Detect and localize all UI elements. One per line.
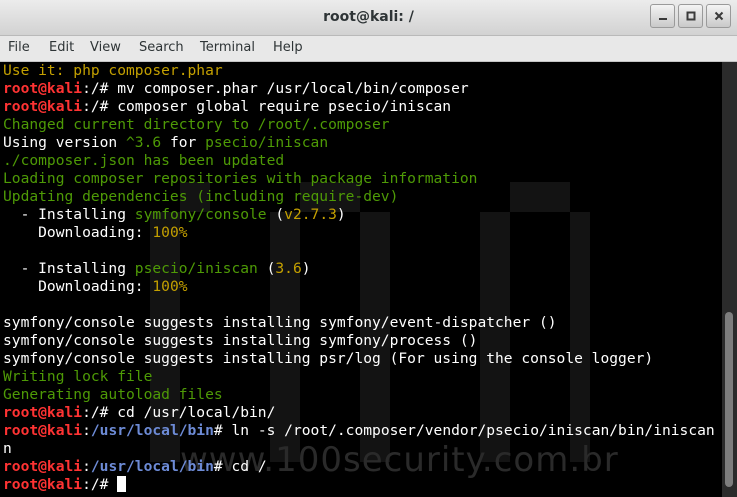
terminal-line: - Installing psecio/iniscan (3.6) [3, 260, 715, 278]
terminal-text: ) [301, 260, 311, 277]
maximize-button[interactable] [678, 4, 703, 28]
scrollbar-thumb[interactable] [725, 312, 733, 487]
terminal-text: for [161, 134, 206, 151]
terminal-text: symfony/console suggests installing symf… [3, 332, 478, 349]
terminal-line: Downloading: 100% [3, 278, 715, 296]
menu-search[interactable]: Search [139, 40, 184, 55]
terminal-line: symfony/console suggests installing symf… [3, 314, 715, 332]
terminal-text: symfony/console [134, 206, 267, 223]
menu-terminal[interactable]: Terminal [200, 40, 255, 55]
terminal-lines: Use it: php composer.phar root@kali:/# mv… [3, 62, 715, 494]
terminal-text: psecio/iniscan [134, 260, 258, 277]
terminal-text: :/# [82, 476, 118, 493]
terminal-line: Use it: php composer.phar [3, 62, 715, 80]
terminal-line: Writing lock file [3, 368, 715, 386]
terminal-text: Downloading: [3, 224, 153, 241]
terminal-text: Updating dependencies (including require… [3, 188, 399, 205]
prompt-user-host: root@kali [3, 458, 83, 475]
window-controls [650, 4, 731, 28]
terminal-text: Generating autoload files [3, 386, 223, 403]
terminal-text: n [3, 440, 12, 457]
terminal-text: ./composer.json has been updated [3, 152, 285, 169]
terminal-text: :/# mv composer.phar /usr/local/bin/comp… [82, 80, 469, 97]
terminal-text: v2.7.3 [284, 206, 337, 223]
prompt-user-host: root@kali [3, 476, 83, 493]
terminal-text: psecio/iniscan [205, 134, 329, 151]
terminal-text: - Installing [3, 260, 135, 277]
terminal-line: n [3, 440, 715, 458]
terminal-text: # ln -s /root/.composer/vendor/psecio/in… [213, 422, 715, 439]
terminal-text: Changed current directory to /root/.comp… [3, 116, 390, 133]
terminal-text: ) [336, 206, 346, 223]
terminal-text: : [82, 458, 91, 475]
menu-file[interactable]: File [8, 40, 30, 55]
terminal-text: 100% [152, 224, 188, 241]
prompt-user-host: root@kali [3, 404, 83, 421]
menu-help[interactable]: Help [273, 40, 303, 55]
terminal-text: Use it: php composer.phar [3, 62, 223, 79]
terminal-line: root@kali:/# [3, 476, 715, 494]
terminal-text: Using version [3, 134, 127, 151]
terminal-line: symfony/console suggests installing psr/… [3, 350, 715, 368]
menu-edit[interactable]: Edit [49, 40, 74, 55]
terminal-line: Updating dependencies (including require… [3, 188, 715, 206]
menu-bar: File Edit View Search Terminal Help [0, 36, 737, 62]
terminal-line: root@kali:/# mv composer.phar /usr/local… [3, 80, 715, 98]
terminal-text: symfony/console suggests installing symf… [3, 314, 557, 331]
terminal-text: Downloading: [3, 278, 153, 295]
prompt-path: /usr/local/bin [90, 458, 214, 475]
terminal-text: 100% [152, 278, 188, 295]
minimize-icon [658, 18, 667, 20]
terminal-line: root@kali:/# composer global require pse… [3, 98, 715, 116]
text-cursor [117, 476, 127, 492]
terminal-line: ./composer.json has been updated [3, 152, 715, 170]
terminal-text: Loading composer repositories with packa… [3, 170, 478, 187]
prompt-user-host: root@kali [3, 80, 83, 97]
scrollbar[interactable] [722, 62, 737, 497]
terminal-line: - Installing symfony/console (v2.7.3) [3, 206, 715, 224]
terminal-text: - Installing [3, 206, 135, 223]
terminal-text: 3.6 [275, 260, 302, 277]
terminal-text: symfony/console suggests installing psr/… [3, 350, 654, 367]
terminal-text: Writing lock file [3, 368, 153, 385]
terminal-text: ^3.6 [126, 134, 162, 151]
minimize-button[interactable] [650, 4, 675, 28]
terminal-text: # cd / [213, 458, 267, 475]
maximize-icon [686, 11, 695, 21]
terminal-text: ( [266, 206, 285, 223]
terminal-line: symfony/console suggests installing symf… [3, 332, 715, 350]
terminal-line: root@kali:/# cd /usr/local/bin/ [3, 404, 715, 422]
terminal-line: Downloading: 100% [3, 224, 715, 242]
close-button[interactable] [706, 4, 731, 28]
terminal-line: root@kali:/usr/local/bin# cd / [3, 458, 715, 476]
terminal-output[interactable]: www.100security.com.br Use it: php compo… [0, 62, 722, 497]
terminal-text: :/# cd /usr/local/bin/ [82, 404, 276, 421]
prompt-path: /usr/local/bin [90, 422, 214, 439]
menu-view[interactable]: View [90, 40, 121, 55]
terminal-line: Using version ^3.6 for psecio/iniscan [3, 134, 715, 152]
prompt-user-host: root@kali [3, 422, 83, 439]
terminal-line: Generating autoload files [3, 386, 715, 404]
prompt-user-host: root@kali [3, 98, 83, 115]
terminal-line: root@kali:/usr/local/bin# ln -s /root/.c… [3, 422, 715, 440]
terminal-text: :/# composer global require psecio/inisc… [82, 98, 452, 115]
close-icon [714, 11, 723, 21]
title-bar[interactable]: root@kali: / [0, 0, 737, 36]
terminal-line: Loading composer repositories with packa… [3, 170, 715, 188]
terminal-text: ( [257, 260, 276, 277]
terminal-text: : [82, 422, 91, 439]
window-title: root@kali: / [323, 9, 414, 25]
terminal-line: Changed current directory to /root/.comp… [3, 116, 715, 134]
terminal-window: root@kali: / File Edit View Search Termi… [0, 0, 737, 497]
